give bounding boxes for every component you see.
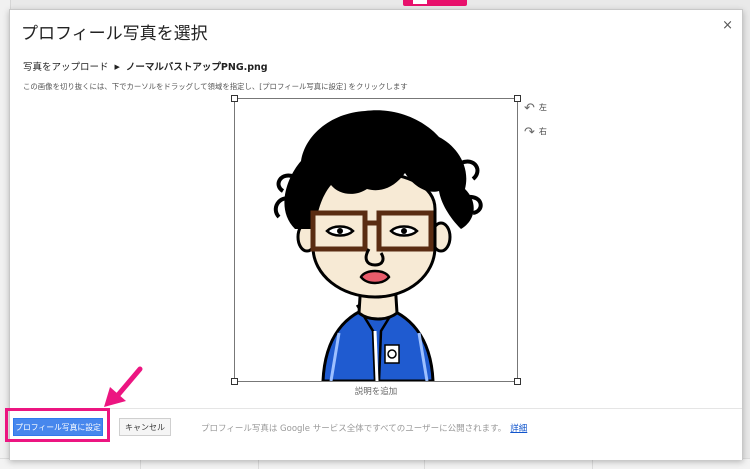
dialog-title: プロフィール写真を選択 xyxy=(21,24,208,44)
left-pupil xyxy=(337,228,343,234)
rotate-right-icon: ↷ xyxy=(524,125,535,140)
rotate-left-label: 左 xyxy=(538,103,547,112)
crop-handle-top-left[interactable] xyxy=(231,95,238,102)
rotate-right-label: 右 xyxy=(538,127,547,136)
mouth xyxy=(359,269,391,285)
public-note-text: プロフィール写真は Google サービス全体ですべてのユーザーに公開されます。 xyxy=(201,424,507,434)
crop-handle-top-right[interactable] xyxy=(514,95,521,102)
rotate-right-button[interactable]: ↷ 右 xyxy=(524,125,547,140)
public-visibility-note: プロフィール写真は Google サービス全体ですべてのユーザーに公開されます。… xyxy=(201,422,527,434)
breadcrumb: 写真をアップロード ▶ ノーマルバストアップPNG.png xyxy=(23,59,268,73)
cancel-button[interactable]: キャンセル xyxy=(119,418,171,436)
profile-illustration xyxy=(273,110,483,383)
crop-handle-bottom-left[interactable] xyxy=(231,378,238,385)
annotation-arrow-icon xyxy=(104,366,143,407)
breadcrumb-file-name: ノーマルバストアップPNG.png xyxy=(125,62,268,73)
crop-handle-bottom-right[interactable] xyxy=(514,378,521,385)
details-link[interactable]: 詳細 xyxy=(510,424,527,434)
rotate-left-button[interactable]: ↶ 左 xyxy=(524,101,547,116)
breadcrumb-upload[interactable]: 写真をアップロード xyxy=(23,62,109,73)
set-profile-photo-button[interactable]: プロフィール写真に設定 xyxy=(13,418,103,436)
jacket-emblem xyxy=(384,344,400,364)
breadcrumb-separator-icon: ▶ xyxy=(114,63,120,71)
background-top-marker xyxy=(403,0,467,6)
add-caption-link[interactable]: 説明を追加 xyxy=(234,385,518,397)
jacket-zipper xyxy=(373,330,379,382)
rotate-left-icon: ↶ xyxy=(524,101,535,116)
crop-instructions: この画像を切り抜くには、下でカーソルをドラッグして領域を指定し、[プロフィール写… xyxy=(23,82,408,91)
crop-area[interactable] xyxy=(231,95,521,385)
right-pupil xyxy=(401,228,407,234)
close-icon[interactable]: × xyxy=(722,18,733,33)
